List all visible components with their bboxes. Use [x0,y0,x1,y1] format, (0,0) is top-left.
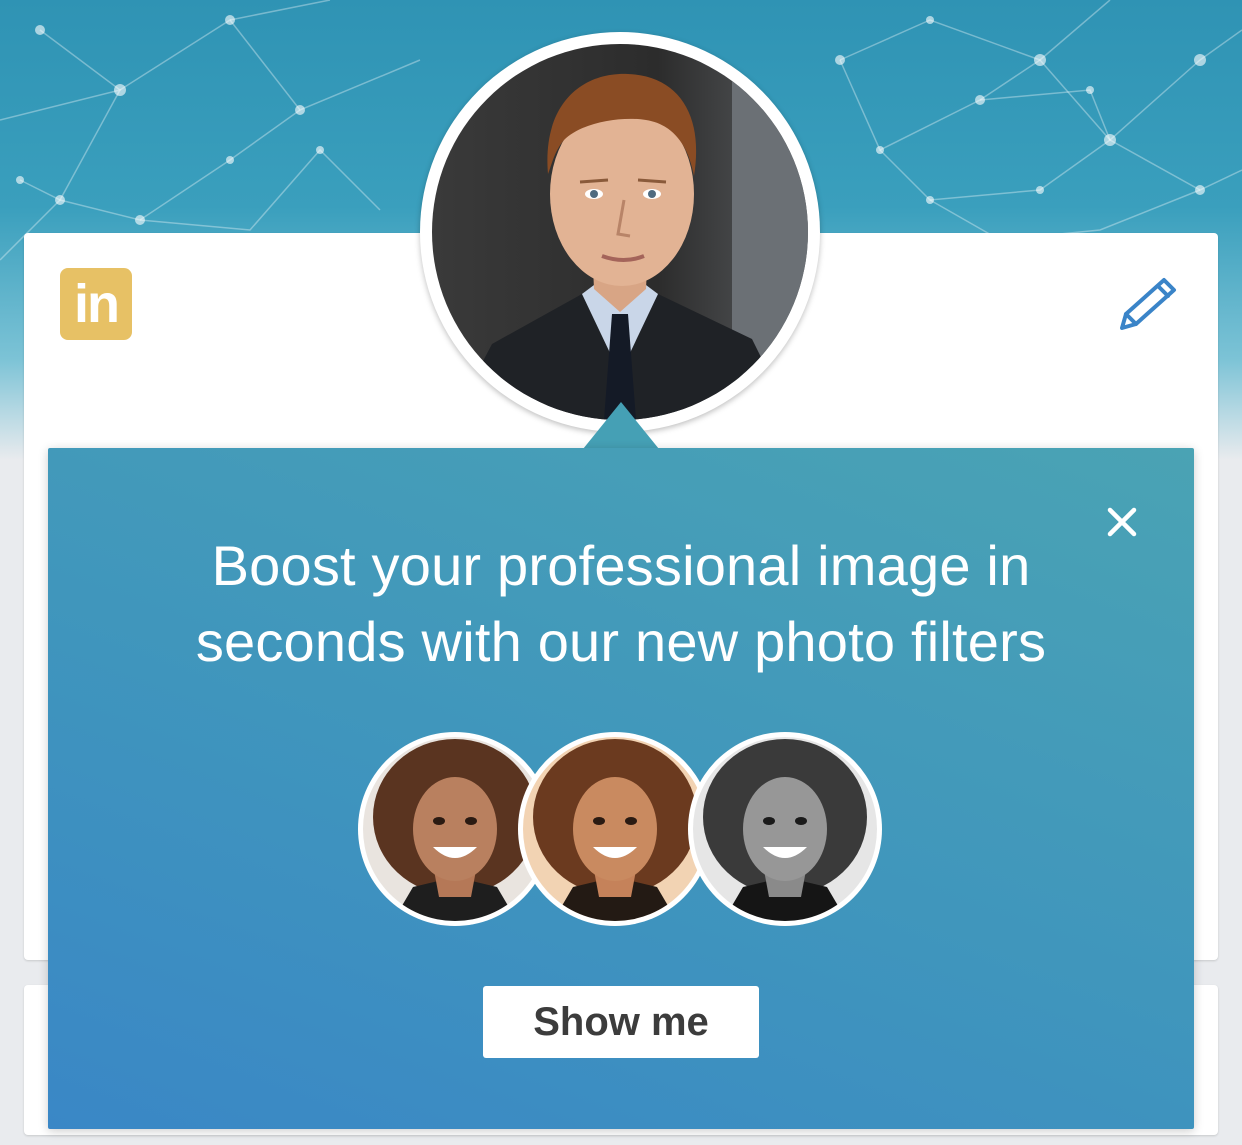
promo-headline-line-2: seconds with our new photo filters [195,610,1047,673]
show-me-button[interactable]: Show me [483,986,759,1058]
promo-headline-line-1: Boost your professional image in [211,534,1031,597]
profile-photo[interactable] [420,32,820,432]
filter-preview-warm [518,732,712,926]
brand-badge-text: in [74,274,120,334]
popup-pointer [583,402,659,449]
filter-preview-black-white [688,732,882,926]
linkedin-logo-icon: in [60,268,132,340]
pencil-icon[interactable] [1112,272,1182,334]
promo-headline: Boost your professional image in seconds… [48,528,1194,680]
profile-photo-image [432,44,808,420]
